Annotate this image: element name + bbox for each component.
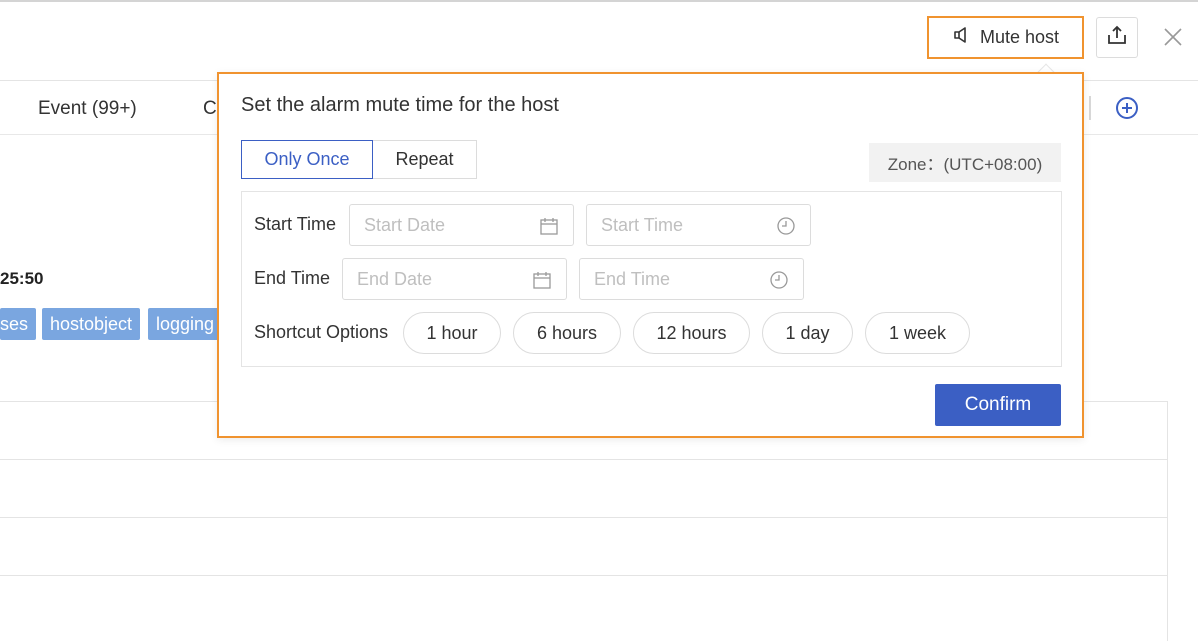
only-once-option[interactable]: Only Once — [241, 140, 373, 179]
tab-divider — [1089, 96, 1091, 120]
speaker-icon — [952, 25, 972, 50]
start-time-input[interactable]: Start Time — [586, 204, 811, 246]
tab-partial[interactable]: C — [203, 98, 217, 120]
start-date-input[interactable]: Start Date — [349, 204, 574, 246]
start-time-placeholder: Start Time — [601, 214, 684, 235]
end-date-input[interactable]: End Date — [342, 258, 567, 300]
confirm-button[interactable]: Confirm — [935, 384, 1061, 426]
close-icon — [1164, 27, 1182, 51]
shortcut-6-hours[interactable]: 6 hours — [513, 312, 621, 354]
end-time-label: End Time — [254, 268, 331, 288]
calendar-icon — [539, 216, 559, 236]
add-tab-icon[interactable] — [1115, 96, 1139, 120]
start-time-label: Start Time — [254, 214, 337, 234]
clock-icon — [769, 270, 789, 290]
tag-logging: logging — [148, 308, 223, 340]
calendar-icon — [532, 270, 552, 290]
tag-hostobject: hostobject — [42, 308, 141, 340]
clock-icon — [776, 216, 796, 236]
shortcut-1-day[interactable]: 1 day — [762, 312, 853, 354]
shortcut-12-hours[interactable]: 12 hours — [633, 312, 750, 354]
end-time-input[interactable]: End Time — [579, 258, 804, 300]
share-icon — [1106, 24, 1128, 51]
close-button[interactable] — [1160, 26, 1186, 52]
mute-time-popover: Set the alarm mute time for the host Onl… — [217, 72, 1084, 438]
end-time-placeholder: End Time — [594, 268, 671, 289]
table-row — [0, 517, 1167, 575]
tab-event[interactable]: Event (99+) — [38, 98, 137, 120]
tag-ses: ses — [0, 308, 37, 340]
header-bar: Mute host — [0, 2, 1198, 81]
popover-title: Set the alarm mute time for the host — [241, 94, 559, 116]
shortcut-1-week[interactable]: 1 week — [865, 312, 970, 354]
shortcut-1-hour[interactable]: 1 hour — [403, 312, 501, 354]
mute-host-button[interactable]: Mute host — [927, 16, 1084, 59]
timezone-badge: Zone：(UTC+08:00) — [869, 143, 1061, 182]
table-row — [0, 575, 1167, 633]
repeat-option[interactable]: Repeat — [373, 140, 477, 179]
table-row — [0, 459, 1167, 517]
mute-host-label: Mute host — [979, 27, 1060, 47]
shortcut-options-label: Shortcut Options — [254, 322, 389, 342]
end-date-placeholder: End Date — [357, 268, 433, 289]
time-value: 25:50 — [0, 269, 44, 288]
start-date-placeholder: Start Date — [364, 214, 446, 235]
time-form: Start Time Start Date Start Time End Tim… — [241, 191, 1062, 367]
share-button[interactable] — [1096, 17, 1138, 58]
